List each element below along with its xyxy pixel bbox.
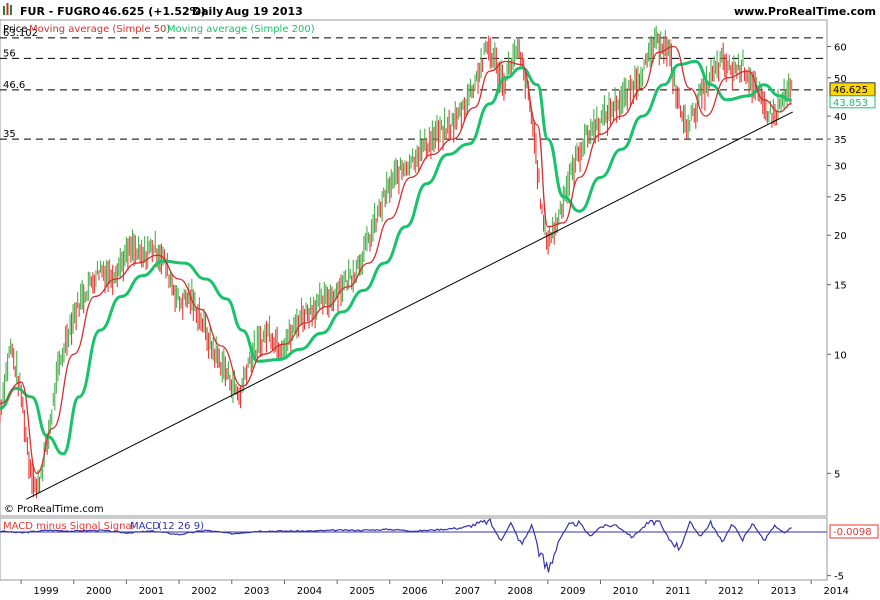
macd-axis: -0.0098 -5 <box>827 524 879 583</box>
time-axis: 1999 2000 2001 2002 2003 2004 2005 2006 2007 2008… <box>20 580 849 597</box>
x-tick-label: 2011 <box>665 586 690 597</box>
x-tick-label: 2010 <box>613 586 638 597</box>
x-tick-label: 1999 <box>33 586 58 597</box>
candlestick-icon <box>3 3 12 15</box>
y-tick-label: 60 <box>834 42 847 53</box>
ma200-value: 43.853 <box>833 98 868 109</box>
price-change-label: 46.625 (+1.52%) <box>102 5 206 18</box>
chart-canvas: FUR - FUGRO 46.625 (+1.52%) Daily Aug 19… <box>0 3 879 597</box>
x-tick-label: 2003 <box>244 586 269 597</box>
legend-ma200: Moving average (Simple 200) <box>167 24 315 35</box>
y-tick-label: 10 <box>834 350 847 361</box>
macd-y-tick-label: -5 <box>834 572 844 583</box>
price-panel <box>0 19 828 517</box>
reference-line-label: 46.6 <box>3 80 25 91</box>
date-label: Aug 19 2013 <box>225 5 303 18</box>
x-tick-label: 2012 <box>718 586 743 597</box>
y-tick-label: 25 <box>834 193 847 204</box>
reference-line-label: 56 <box>3 48 16 59</box>
copyright-label: © ProRealTime.com <box>4 504 104 515</box>
legend: Price Moving average (Simple 50) Moving … <box>3 24 315 35</box>
period-label: Daily <box>192 5 223 18</box>
x-tick-label: 2001 <box>139 586 164 597</box>
legend-ma50: Moving average (Simple 50) <box>29 24 170 35</box>
y-tick-label: 15 <box>834 281 847 292</box>
last-price-value: 46.625 <box>833 85 868 96</box>
site-label: www.ProRealTime.com <box>734 5 876 18</box>
y-tick-label: 5 <box>834 469 840 480</box>
y-tick-label: 40 <box>834 112 847 123</box>
chart-window: FUR - FUGRO 46.625 (+1.52%) Daily Aug 19… <box>0 0 880 600</box>
symbol-label: FUR - FUGRO <box>20 5 100 18</box>
value-badges: 46.625 43.853 <box>829 82 876 109</box>
reference-line-label: 35 <box>3 129 16 140</box>
header: FUR - FUGRO 46.625 (+1.52%) Daily Aug 19… <box>3 3 876 18</box>
x-tick-label: 2014 <box>823 586 848 597</box>
x-tick-label: 2013 <box>771 586 796 597</box>
x-tick-label: 2000 <box>86 586 111 597</box>
x-tick-label: 2009 <box>560 586 585 597</box>
macd-legend-macd: MACD <box>130 521 160 532</box>
x-tick-label: 2005 <box>349 586 374 597</box>
y-tick-label: 35 <box>834 135 847 146</box>
x-tick-label: 2008 <box>507 586 532 597</box>
x-tick-label: 2007 <box>455 586 480 597</box>
x-tick-label: 2004 <box>297 586 322 597</box>
macd-value: -0.0098 <box>833 527 872 538</box>
macd-legend-title: MACD minus Signal Signal <box>3 521 134 532</box>
y-tick-label: 20 <box>834 231 847 242</box>
y-tick-label: 30 <box>834 162 847 173</box>
legend-price: Price <box>3 24 27 35</box>
x-tick-label: 2006 <box>402 586 427 597</box>
x-tick-label: 2002 <box>191 586 216 597</box>
macd-legend-params: (12 26 9) <box>158 521 204 532</box>
